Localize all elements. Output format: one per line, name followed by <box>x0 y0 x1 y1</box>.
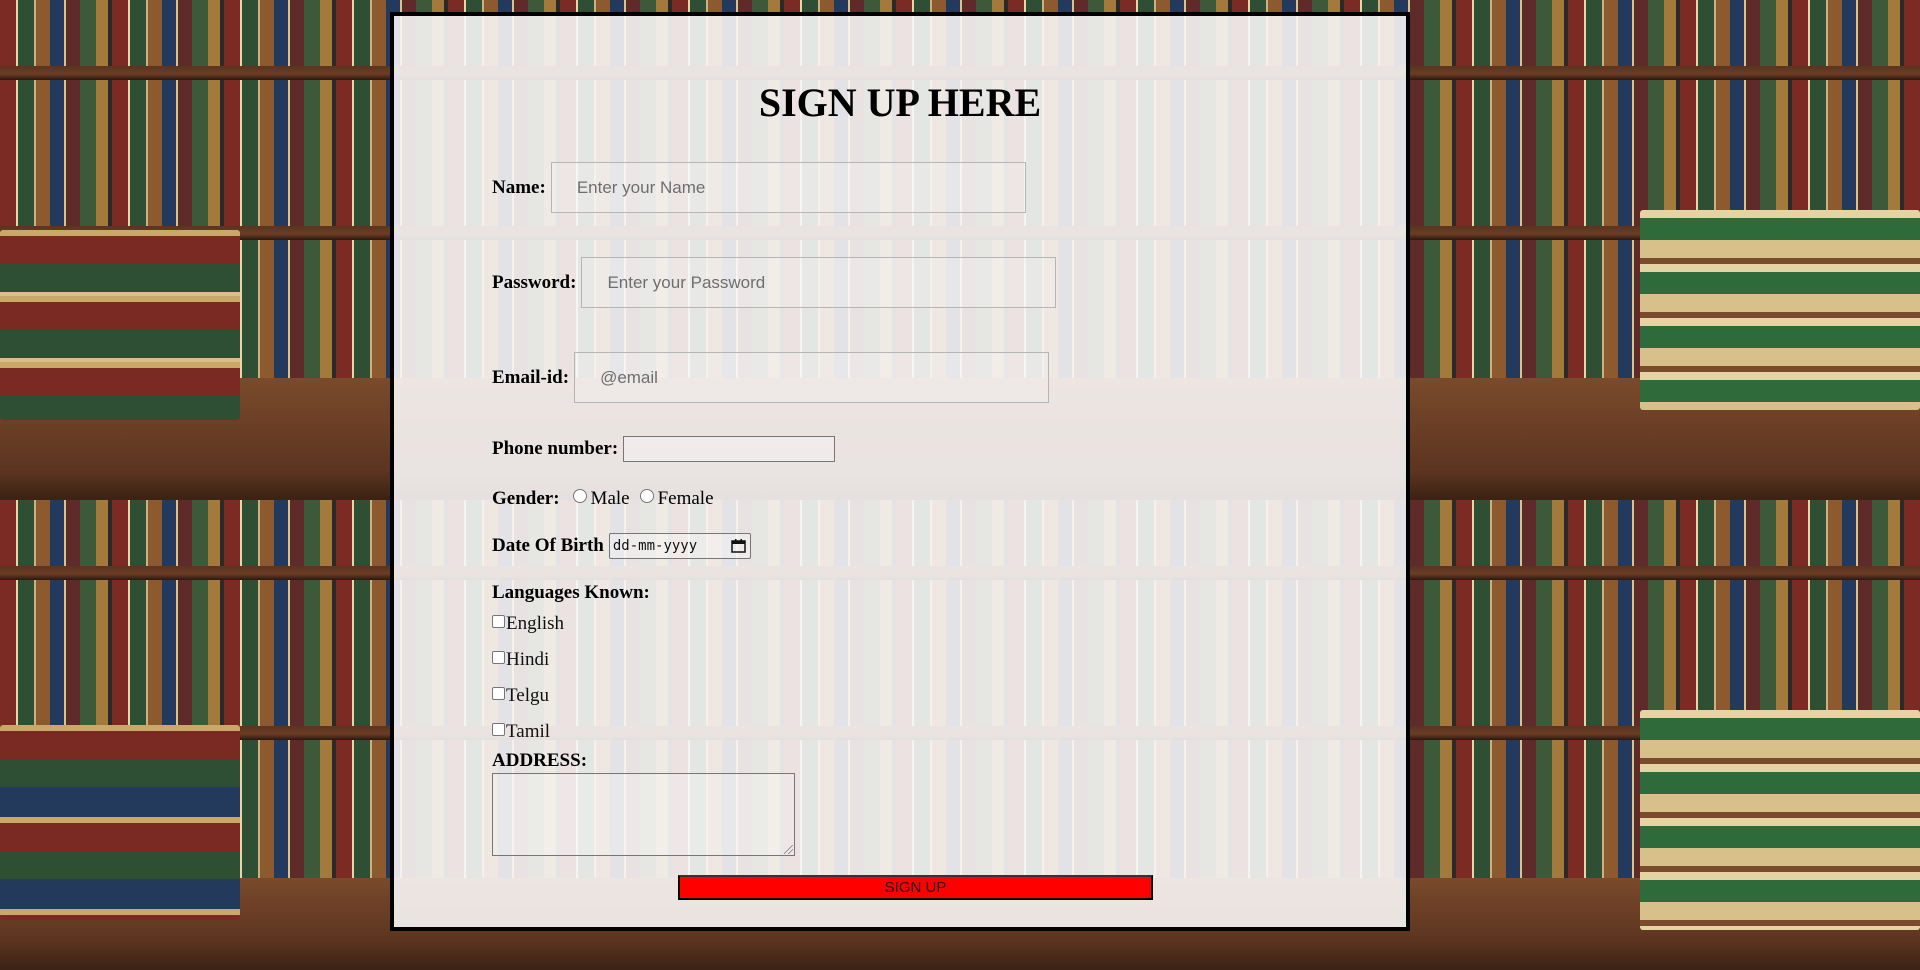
phone-input[interactable] <box>623 436 836 462</box>
languages-row: Languages Known: <box>492 582 655 604</box>
hindi-checkbox[interactable] <box>492 650 505 664</box>
book-pile-left-bottom <box>0 725 240 920</box>
email-label: Email-id: <box>492 366 570 388</box>
book-pile-left-top <box>0 230 240 420</box>
signup-button[interactable]: SIGN UP <box>678 875 1153 900</box>
telgu-label: Telgu <box>506 685 549 706</box>
phone-label: Phone number: <box>492 438 619 459</box>
name-row: Name: <box>492 162 1026 213</box>
password-input[interactable] <box>581 257 1057 308</box>
language-hindi-row: Hindi <box>492 649 549 671</box>
book-pile-right-bottom <box>1640 710 1920 930</box>
address-row: ADDRESS: <box>492 750 592 772</box>
gender-row: Gender: Male Female <box>492 488 716 510</box>
dob-placeholder: dd-mm-yyyy <box>612 538 698 554</box>
gender-male-radio[interactable] <box>572 489 587 503</box>
book-pile-right-top <box>1640 210 1920 410</box>
tamil-checkbox[interactable] <box>492 722 505 736</box>
hindi-label: Hindi <box>506 649 550 670</box>
email-input[interactable] <box>574 352 1050 403</box>
address-textarea[interactable] <box>492 773 795 856</box>
gender-male-label: Male <box>590 488 630 509</box>
form-title: SIGN UP HERE <box>758 80 1042 125</box>
english-checkbox[interactable] <box>492 614 505 628</box>
english-label: English <box>506 613 565 634</box>
address-label: ADDRESS: <box>492 750 588 771</box>
gender-female-label: Female <box>657 488 714 509</box>
telgu-checkbox[interactable] <box>492 686 505 700</box>
dob-row: Date Of Birth dd-mm-yyyy <box>492 533 751 559</box>
name-input[interactable] <box>550 162 1026 213</box>
password-row: Password: <box>492 257 1057 308</box>
phone-row: Phone number: <box>492 436 836 462</box>
language-telgu-row: Telgu <box>492 685 549 707</box>
password-label: Password: <box>492 271 577 293</box>
resize-handle-icon[interactable] <box>784 845 793 854</box>
email-row: Email-id: <box>492 352 1050 403</box>
gender-label: Gender: <box>492 488 560 509</box>
name-label: Name: <box>492 176 546 198</box>
gender-female-radio[interactable] <box>639 489 654 503</box>
languages-label: Languages Known: <box>492 582 650 603</box>
language-tamil-row: Tamil <box>492 721 550 743</box>
dob-label: Date Of Birth <box>492 535 604 556</box>
calendar-icon[interactable] <box>731 539 746 553</box>
dob-input[interactable]: dd-mm-yyyy <box>608 533 751 559</box>
language-english-row: English <box>492 613 564 635</box>
tamil-label: Tamil <box>506 721 551 742</box>
signup-form-panel: SIGN UP HERE Name: Password: Email-id: P… <box>390 12 1410 931</box>
